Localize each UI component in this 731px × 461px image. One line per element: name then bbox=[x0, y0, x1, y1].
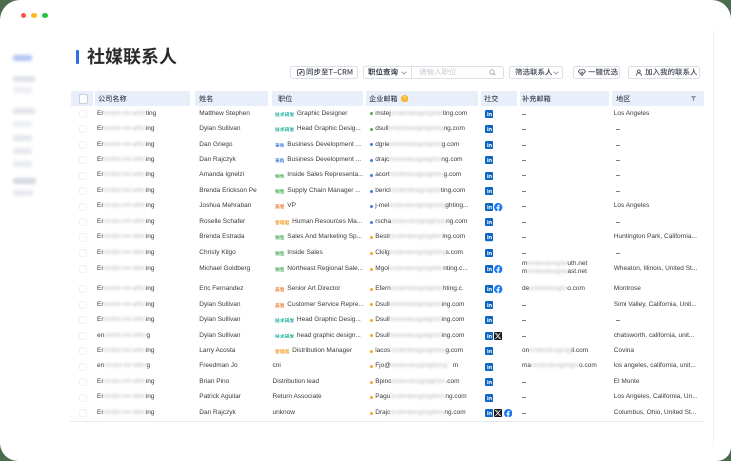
svg-text:?: ? bbox=[403, 96, 406, 102]
